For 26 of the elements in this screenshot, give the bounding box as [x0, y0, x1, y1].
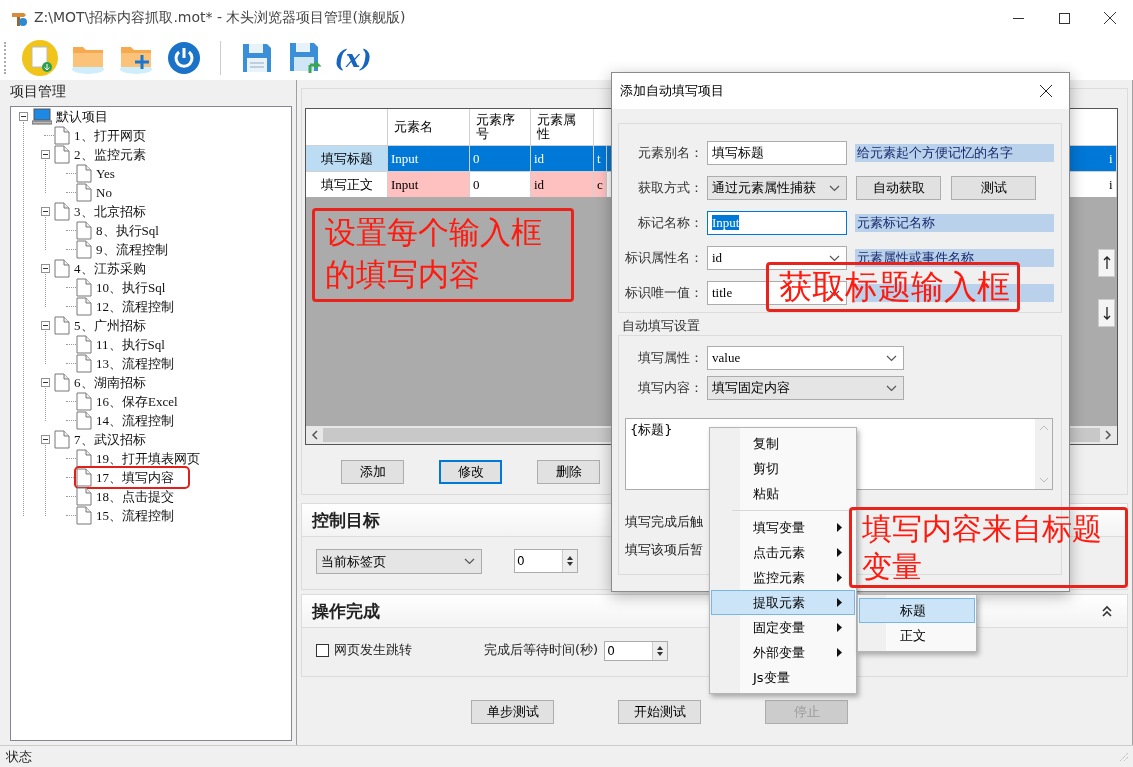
field-label: 获取方式： [637, 179, 703, 197]
field-label: 标识属性名： [624, 249, 703, 267]
option-label: 填写完成后触 [625, 513, 703, 531]
table-cell: id [531, 172, 594, 197]
hint-label: 给元素起个方便记忆的名字 [855, 144, 1054, 162]
status-text: 状态 [6, 747, 32, 766]
wait-label: 完成后等待时间(秒) [484, 641, 599, 659]
dialog-title: 添加自动填写项目 [620, 82, 725, 100]
callout-annotation: 获取标题输入框 [766, 262, 1020, 312]
field-label: 标记名称： [637, 214, 703, 232]
field-label: 元素别名： [637, 144, 703, 162]
field-label: 填写内容： [637, 379, 703, 397]
panel-title: 项目管理 [9, 82, 67, 101]
callout-annotation: 设置每个输入框的填写内容 [312, 208, 574, 302]
callout-annotation: 填写内容来自标题变量 [849, 507, 1128, 588]
group-title: 自动填写设置 [622, 317, 701, 335]
section-title: 操作完成 [312, 599, 380, 623]
option-label: 填写该项后暂 [625, 541, 703, 559]
field-label: 标识唯一值： [624, 284, 703, 302]
table-cell: c [594, 172, 607, 197]
table-cell: i [1106, 172, 1117, 197]
table-cell: Input [388, 172, 470, 197]
field-label: 填写属性： [637, 349, 703, 367]
section-title: 控制目标 [312, 508, 380, 532]
window-title: Z:\MOT\招标内容抓取.mot* - 木头浏览器项目管理(旗舰版) [34, 9, 406, 27]
hint-label: 元素标记名称 [855, 214, 1054, 232]
